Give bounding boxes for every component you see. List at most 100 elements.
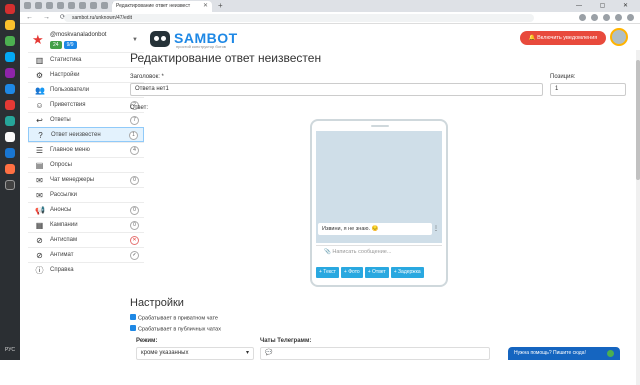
tab-favicon[interactable] <box>57 2 64 9</box>
app-icon[interactable] <box>5 36 15 46</box>
help-chat-widget[interactable]: Нужна помощь? Пишите сюда! <box>508 347 620 360</box>
sidebar-item-label: Ответы <box>50 117 71 123</box>
os-taskbar: РУС <box>0 0 20 360</box>
scroll-thumb[interactable] <box>636 60 640 180</box>
new-tab-button[interactable]: + <box>218 0 223 12</box>
bot-username: @moskvanaladonbot <box>50 32 107 38</box>
app-icon[interactable] <box>5 116 15 126</box>
extensions <box>579 14 634 21</box>
public-chat-checkbox[interactable]: Срабатывает в публичных чатах <box>130 325 221 333</box>
sidebar-item[interactable]: ⊘ Антиспам ✕ <box>28 232 144 247</box>
app-icon[interactable] <box>5 164 15 174</box>
sidebar-item[interactable]: ▤ Опросы <box>28 157 144 172</box>
app-icon[interactable] <box>5 100 15 110</box>
sidebar-item[interactable]: ✉ Рассылки <box>28 187 144 202</box>
count-badge: 1 <box>129 131 138 140</box>
ban-icon: ⊘ <box>36 236 43 245</box>
sidebar-item[interactable]: ? Ответ неизвестен 1 <box>28 127 144 142</box>
sambot-logo[interactable]: SAMBOT простой конструктор ботов <box>150 29 240 51</box>
sidebar-item[interactable]: ⚙ Настройки <box>28 67 144 82</box>
app-area: ★ @moskvanaladonbot 24 9/9 ▼ ▥ Статистика… <box>20 25 640 385</box>
message-placeholder: Написать сообщение... <box>332 249 392 255</box>
chevron-down-icon: ▾ <box>245 350 249 356</box>
avatar[interactable] <box>610 28 628 46</box>
phone-preview: Извини, я не знаю. 😔 ⋮ 📎 Написать сообще… <box>310 119 448 287</box>
app-icon[interactable] <box>5 68 15 78</box>
app-icon[interactable] <box>5 52 15 62</box>
sidebar-item-label: Рассылки <box>50 192 77 198</box>
bot-badges: 24 9/9 <box>50 41 77 49</box>
add-text-button[interactable]: + Текст <box>316 267 339 278</box>
add-reply-button[interactable]: + Ответ <box>364 267 389 278</box>
sidebar-item[interactable]: ✉ Чат менеджеры 0 <box>28 172 144 187</box>
scrollbar[interactable] <box>636 50 640 385</box>
extension-icon[interactable] <box>603 14 610 21</box>
position-input[interactable]: 1 <box>550 83 626 96</box>
extension-icon[interactable] <box>591 14 598 21</box>
sidebar-item[interactable]: ☺ Приветствия 2 <box>28 97 144 112</box>
sidebar-item-label: Настройки <box>50 72 80 78</box>
sidebar-item[interactable]: ⓘ Справка <box>28 262 144 277</box>
bot-selector[interactable]: ★ @moskvanaladonbot 24 9/9 ▼ <box>28 29 144 53</box>
sidebar-item[interactable]: ▦ Кампании 0 <box>28 217 144 232</box>
app-icon[interactable] <box>5 180 15 190</box>
window-controls[interactable]: — ▢ ✕ <box>576 0 636 12</box>
enable-notifications-button[interactable]: 🔔 Включить уведомления <box>520 31 606 45</box>
sidebar-item[interactable]: ▥ Статистика <box>28 52 144 67</box>
count-badge: ✓ <box>130 251 139 260</box>
tab-favicon[interactable] <box>46 2 53 9</box>
message-input[interactable]: 📎 Написать сообщение... <box>316 245 442 257</box>
more-vertical-icon[interactable]: ⋮ <box>432 223 440 235</box>
sidebar-item-label: Главное меню <box>50 147 90 153</box>
mail-icon: ✉ <box>36 191 43 200</box>
extension-icon[interactable] <box>615 14 622 21</box>
answer-label: Ответ: <box>130 105 149 111</box>
tab-favicon[interactable] <box>35 2 42 9</box>
plan-badge: 9/9 <box>63 41 77 49</box>
extension-icon[interactable] <box>627 14 634 21</box>
count-badge: 4 <box>130 146 139 155</box>
sidebar-item-label: Ответ неизвестен <box>51 132 101 138</box>
url-field[interactable]: sambot.ru/unknown/47/edit <box>64 14 534 22</box>
tab-favicon[interactable] <box>79 2 86 9</box>
app-icon[interactable] <box>5 20 15 30</box>
language-indicator[interactable]: РУС <box>5 347 15 353</box>
system-tray: РУС <box>0 347 20 354</box>
app-icon[interactable] <box>5 148 15 158</box>
logo-subtitle: простой конструктор ботов <box>176 44 226 49</box>
close-icon[interactable]: ✕ <box>203 1 208 12</box>
app-icon[interactable] <box>5 4 15 14</box>
checkbox-label: Срабатывает в публичных чатах <box>138 326 221 333</box>
add-photo-button[interactable]: + Фото <box>340 267 363 278</box>
tab-favicon[interactable] <box>90 2 97 9</box>
sidebar-item[interactable]: 👥Пользователи1 <box>28 82 144 97</box>
sidebar-item-label: Чат менеджеры <box>50 177 95 183</box>
private-chat-checkbox[interactable]: Срабатывает в приватном чате <box>130 314 218 321</box>
sidebar-item[interactable]: ☰ Главное меню 4 <box>28 142 144 157</box>
tab-title: Редактирование ответ неизвест <box>116 3 191 9</box>
tab-favicon[interactable] <box>68 2 75 9</box>
tab-favicon[interactable] <box>101 2 108 9</box>
extension-icon[interactable] <box>579 14 586 21</box>
sidebar-item[interactable]: ↩ Ответы 7 <box>28 112 144 127</box>
active-tab[interactable]: Редактирование ответ неизвест ✕ <box>112 1 212 12</box>
tab-favicon[interactable] <box>24 2 31 9</box>
bot-message[interactable]: Извини, я не знаю. 😔 <box>318 223 432 235</box>
app-icon[interactable] <box>5 132 15 142</box>
chart-icon: ▥ <box>35 56 44 65</box>
count-badge: 7 <box>130 116 139 125</box>
telegram-chats-input[interactable]: 💬 <box>260 347 490 360</box>
count-badge: 0 <box>130 176 139 185</box>
app-icon[interactable] <box>5 84 15 94</box>
sidebar-item[interactable]: 📢 Анонсы 0 <box>28 202 144 217</box>
mode-select[interactable]: кроме указанных ▾ <box>136 347 254 360</box>
heading-input[interactable]: Ответа нет1 <box>130 83 543 96</box>
chevron-down-icon[interactable]: ▼ <box>132 37 138 43</box>
sidebar-item[interactable]: ⊘ Антимат ✓ <box>28 247 144 262</box>
sidebar-item-label: Антиспам <box>50 237 78 243</box>
help-label: Нужна помощь? Пишите сюда! <box>514 350 586 356</box>
add-delay-button[interactable]: + Задержка <box>390 267 424 278</box>
checkbox[interactable] <box>130 314 136 320</box>
sidebar: ★ @moskvanaladonbot 24 9/9 ▼ ▥ Статистика… <box>28 25 144 360</box>
checkbox[interactable] <box>130 325 136 331</box>
